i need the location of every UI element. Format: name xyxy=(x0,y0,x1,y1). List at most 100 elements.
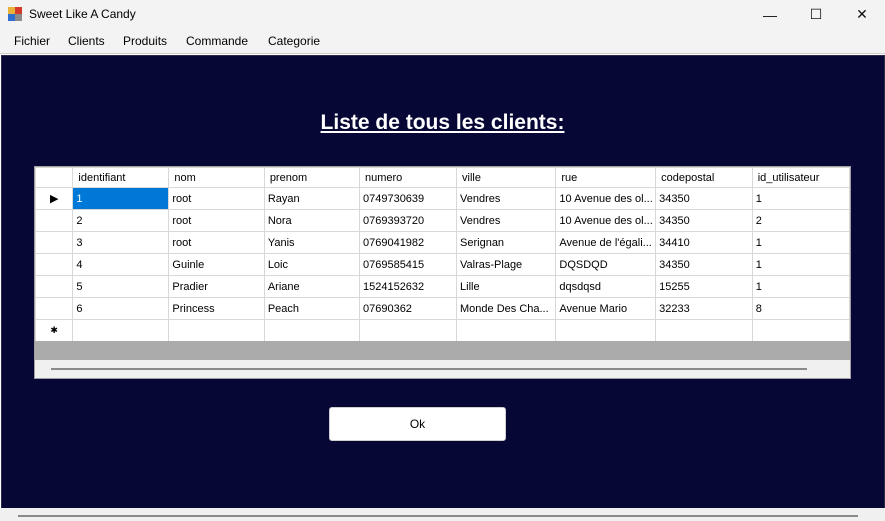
table-cell[interactable]: 1 xyxy=(751,187,850,210)
table-cell[interactable]: 1 xyxy=(751,275,850,298)
table-cell[interactable]: 2 xyxy=(72,209,170,232)
table-cell[interactable]: Serignan xyxy=(456,231,557,254)
table-cell[interactable] xyxy=(72,319,170,342)
table-cell[interactable]: Avenue Mario xyxy=(555,297,657,320)
row-header[interactable] xyxy=(35,297,74,320)
table-cell[interactable]: 5 xyxy=(72,275,170,298)
table-cell[interactable]: 32233 xyxy=(655,297,753,320)
table-cell[interactable]: Rayan xyxy=(263,187,360,210)
table-cell[interactable]: 10 Avenue des ol... xyxy=(555,209,657,232)
table-cell[interactable]: 4 xyxy=(72,253,170,276)
table-cell[interactable]: Vendres xyxy=(456,187,557,210)
column-header-identifiant[interactable]: identifiant xyxy=(72,167,170,188)
bottom-scrollbar[interactable] xyxy=(18,515,858,517)
page-title: Liste de tous les clients: xyxy=(320,111,565,134)
column-header-nom[interactable]: nom xyxy=(168,167,265,188)
column-header-codepostal[interactable]: codepostal xyxy=(655,167,753,188)
table-cell[interactable] xyxy=(456,319,557,342)
menu-commande[interactable]: Commande xyxy=(186,34,248,48)
grid-corner[interactable] xyxy=(35,167,74,188)
table-cell[interactable]: root xyxy=(168,231,265,254)
row-header[interactable] xyxy=(35,253,74,276)
new-row-icon[interactable]: ✱ xyxy=(35,319,74,342)
table-cell[interactable]: 1524152632 xyxy=(358,275,458,298)
menu-fichier[interactable]: Fichier xyxy=(14,34,50,48)
table-cell[interactable]: Guinle xyxy=(168,253,265,276)
table-cell[interactable] xyxy=(168,319,265,342)
current-row-icon[interactable]: ▶ xyxy=(35,187,74,210)
table-cell[interactable]: 34350 xyxy=(655,253,753,276)
table-cell[interactable]: 07690362 xyxy=(358,297,458,320)
table-cell[interactable]: Valras-Plage xyxy=(456,253,557,276)
column-header-rue[interactable]: rue xyxy=(555,167,657,188)
maximize-button[interactable]: ☐ xyxy=(793,0,839,29)
row-header[interactable] xyxy=(35,231,74,254)
table-cell[interactable]: 10 Avenue des ol... xyxy=(555,187,657,210)
column-header-id-utilisateur[interactable]: id_utilisateur xyxy=(751,167,850,188)
menu-produits[interactable]: Produits xyxy=(123,34,167,48)
maximize-icon: ☐ xyxy=(809,6,823,22)
table-cell[interactable]: 1 xyxy=(72,187,170,210)
grid-empty-area xyxy=(35,341,850,360)
table-cell[interactable]: Avenue de l'égali... xyxy=(555,231,657,254)
table-cell[interactable]: Princess xyxy=(168,297,265,320)
table-cell[interactable]: 0769041982 xyxy=(358,231,458,254)
table-cell[interactable] xyxy=(555,319,657,342)
menu-bar: Fichier Clients Produits Commande Catego… xyxy=(0,29,885,54)
table-cell[interactable] xyxy=(751,319,850,342)
scrollbar-thumb[interactable] xyxy=(51,368,807,370)
table-cell[interactable]: root xyxy=(168,209,265,232)
table-cell[interactable]: Nora xyxy=(263,209,360,232)
table-cell[interactable]: Ariane xyxy=(263,275,360,298)
table-cell[interactable]: Loic xyxy=(263,253,360,276)
table-cell[interactable]: 34350 xyxy=(655,209,753,232)
table-cell[interactable]: Peach xyxy=(263,297,360,320)
column-header-ville[interactable]: ville xyxy=(456,167,557,188)
table-cell[interactable]: 0769393720 xyxy=(358,209,458,232)
table-cell[interactable]: Lille xyxy=(456,275,557,298)
table-cell[interactable]: dqsdqsd xyxy=(555,275,657,298)
table-cell[interactable]: 15255 xyxy=(655,275,753,298)
table-cell[interactable]: 2 xyxy=(751,209,850,232)
table-cell[interactable]: 34350 xyxy=(655,187,753,210)
horizontal-scrollbar[interactable] xyxy=(35,360,850,378)
table-row[interactable]: ▶ 1 root Rayan 0749730639 Vendres 10 Ave… xyxy=(35,187,850,210)
table-row[interactable]: 4 Guinle Loic 0769585415 Valras-Plage DQ… xyxy=(35,253,850,276)
column-header-prenom[interactable]: prenom xyxy=(263,167,360,188)
row-header[interactable] xyxy=(35,209,74,232)
bottom-bar xyxy=(0,508,885,521)
table-cell[interactable]: 6 xyxy=(72,297,170,320)
table-row[interactable]: 5 Pradier Ariane 1524152632 Lille dqsdqs… xyxy=(35,275,850,298)
table-cell[interactable]: Pradier xyxy=(168,275,265,298)
table-cell[interactable]: 0749730639 xyxy=(358,187,458,210)
row-header[interactable] xyxy=(35,275,74,298)
table-cell[interactable]: 3 xyxy=(72,231,170,254)
table-row[interactable]: 2 root Nora 0769393720 Vendres 10 Avenue… xyxy=(35,209,850,232)
table-row[interactable]: 6 Princess Peach 07690362 Monde Des Cha.… xyxy=(35,297,850,320)
minimize-icon: — xyxy=(763,6,777,23)
clients-grid[interactable]: identifiant nom prenom numero ville rue … xyxy=(34,166,851,379)
app-icon xyxy=(8,7,22,21)
table-cell[interactable]: Monde Des Cha... xyxy=(456,297,557,320)
window-title: Sweet Like A Candy xyxy=(29,7,136,21)
table-cell[interactable] xyxy=(358,319,458,342)
table-cell[interactable] xyxy=(263,319,360,342)
table-cell[interactable]: 1 xyxy=(751,253,850,276)
table-cell[interactable]: 1 xyxy=(751,231,850,254)
menu-categorie[interactable]: Categorie xyxy=(268,34,320,48)
table-cell[interactable]: 34410 xyxy=(655,231,753,254)
table-cell[interactable]: DQSDQD xyxy=(555,253,657,276)
new-row[interactable]: ✱ xyxy=(35,319,850,342)
table-cell[interactable]: Vendres xyxy=(456,209,557,232)
table-cell[interactable]: 8 xyxy=(751,297,850,320)
table-cell[interactable] xyxy=(655,319,753,342)
menu-clients[interactable]: Clients xyxy=(68,34,105,48)
ok-button[interactable]: Ok xyxy=(329,407,506,441)
column-header-numero[interactable]: numero xyxy=(358,167,458,188)
minimize-button[interactable]: — xyxy=(747,0,793,29)
table-cell[interactable]: Yanis xyxy=(263,231,360,254)
table-cell[interactable]: 0769585415 xyxy=(358,253,458,276)
table-row[interactable]: 3 root Yanis 0769041982 Serignan Avenue … xyxy=(35,231,850,254)
table-cell[interactable]: root xyxy=(168,187,265,210)
close-button[interactable]: ✕ xyxy=(839,0,885,29)
